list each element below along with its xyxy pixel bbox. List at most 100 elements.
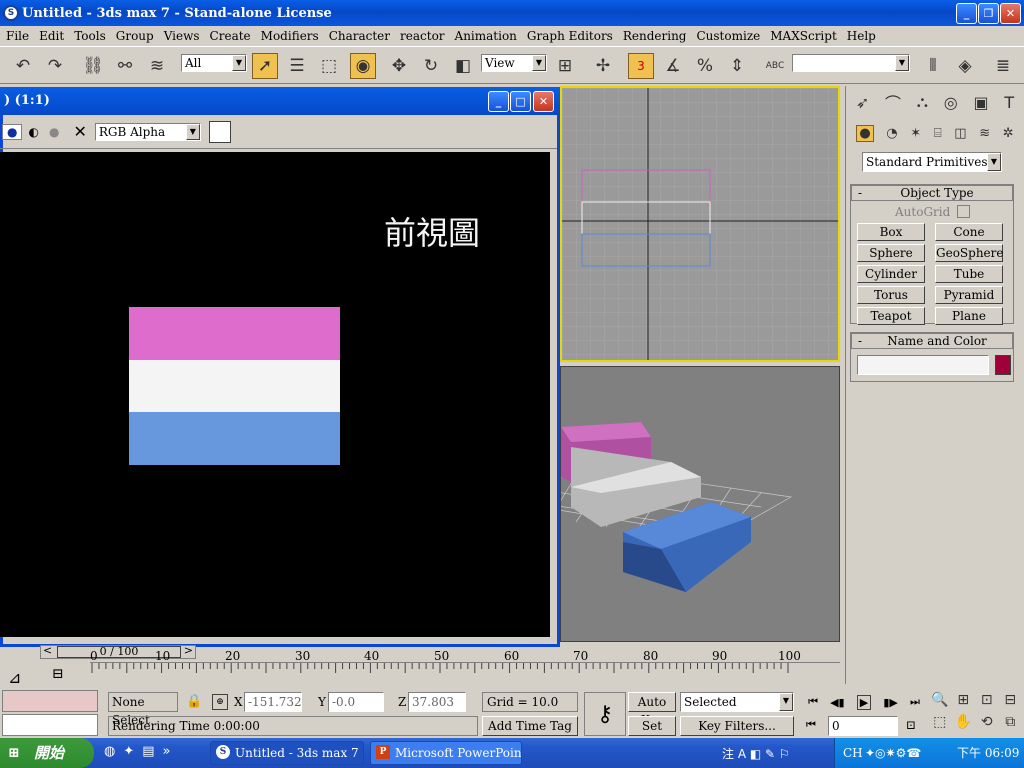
category-dropdown[interactable]: Standard Primitives ▼ — [862, 152, 1002, 172]
helpers-icon[interactable]: ◫ — [954, 126, 966, 141]
plane-button[interactable]: Plane — [935, 307, 1003, 325]
play-icon[interactable]: ▶ — [856, 694, 872, 710]
red-channel-icon[interactable]: ● — [2, 123, 23, 140]
window-crossing-icon[interactable]: ◉ — [350, 53, 376, 79]
select-and-scale-icon[interactable]: ◧ — [450, 53, 476, 79]
current-frame-field[interactable]: 0 — [828, 716, 898, 736]
clear-icon[interactable]: ✕ — [73, 122, 86, 141]
previous-frame-icon[interactable]: ◀▮ — [830, 696, 845, 709]
firefox-icon[interactable]: ◍ — [104, 744, 115, 764]
zoom-extents-all-icon[interactable]: ⊟ — [999, 692, 1023, 714]
green-channel-icon[interactable]: ◐ — [28, 125, 38, 139]
maxscript-input[interactable] — [2, 714, 98, 736]
selection-filter-dropdown[interactable]: All ▼ — [181, 54, 247, 72]
minimize-button[interactable]: _ — [956, 3, 977, 24]
mirror-icon[interactable]: ⫴ — [920, 53, 946, 79]
ime-icons[interactable]: 注 A ◧ ✎ ⚐ — [722, 747, 790, 761]
motion-tab-icon[interactable]: ◎ — [944, 93, 958, 112]
key-mode-dropdown[interactable]: Selected ▼ — [680, 692, 794, 712]
menu-group[interactable]: Group — [116, 29, 154, 43]
tool-icon[interactable]: ✦ — [123, 744, 134, 764]
rectangular-selection-icon[interactable]: ⬚ — [316, 53, 342, 79]
chevron-right-icon[interactable]: » — [163, 744, 171, 764]
menu-views[interactable]: Views — [164, 29, 200, 43]
systems-icon[interactable]: ✲ — [1003, 126, 1014, 141]
key-filters-button[interactable]: Key Filters... — [680, 716, 794, 736]
key-mode-toggle-icon[interactable]: ⏮ — [806, 718, 816, 732]
start-button[interactable]: ⊞ 開始 — [0, 738, 94, 768]
set-key-button[interactable]: Set Key — [628, 716, 676, 751]
add-time-tag-button[interactable]: Add Time Tag — [482, 716, 578, 736]
pyramid-button[interactable]: Pyramid — [935, 286, 1003, 304]
select-and-move-icon[interactable]: ✥ — [386, 53, 412, 79]
geosphere-button[interactable]: GeoSphere — [935, 244, 1003, 262]
x-coordinate-field[interactable]: -151.732 — [244, 692, 302, 712]
menu-rendering[interactable]: Rendering — [623, 29, 687, 43]
geometry-icon[interactable]: ● — [856, 124, 874, 142]
spinner-snap-icon[interactable]: ⇕ — [724, 53, 750, 79]
bind-space-warp-icon[interactable]: ≋ — [144, 53, 170, 79]
layer-manager-icon[interactable]: ≣ — [990, 53, 1016, 79]
named-selection-sets-dropdown[interactable]: ▼ — [792, 54, 910, 72]
hierarchy-tab-icon[interactable]: ⛬ — [917, 92, 928, 112]
edit-named-selection-icon[interactable]: ABC — [762, 53, 788, 79]
lights-icon[interactable]: ✶ — [910, 126, 921, 141]
unlink-icon[interactable]: ⚯ — [112, 53, 138, 79]
display-channel-dropdown[interactable]: RGB Alpha ▼ — [94, 122, 201, 141]
maxscript-listener-mini[interactable] — [2, 690, 98, 712]
cameras-icon[interactable]: ⌸ — [934, 126, 942, 141]
select-object-icon[interactable]: ➚ — [252, 53, 278, 79]
render-maximize-button[interactable]: □ — [510, 91, 531, 112]
menu-animation[interactable]: Animation — [455, 29, 517, 43]
curve-editor-icon[interactable]: ⊟ — [52, 666, 64, 682]
torus-button[interactable]: Torus — [857, 286, 925, 304]
blue-channel-icon[interactable]: ● — [49, 125, 59, 139]
autogrid-checkbox[interactable] — [957, 205, 970, 218]
go-to-start-icon[interactable]: ⏮ — [808, 695, 818, 709]
reference-coordinate-dropdown[interactable]: View ▼ — [481, 54, 547, 72]
task-3dsmax[interactable]: S Untitled - 3ds max 7 -... — [210, 741, 364, 765]
trackbar-icon[interactable]: ⊿ — [8, 668, 21, 687]
modify-tab-icon[interactable]: ⌒ — [885, 90, 901, 114]
redo-icon[interactable]: ↷ — [42, 53, 68, 79]
tube-button[interactable]: Tube — [935, 265, 1003, 283]
tray-language[interactable]: CH — [843, 738, 863, 768]
undo-icon[interactable]: ↶ — [10, 53, 36, 79]
angle-snap-icon[interactable]: ∡ — [660, 53, 686, 79]
absolute-mode-icon[interactable]: ⊕ — [212, 694, 228, 710]
create-tab-icon[interactable]: ➶ — [856, 93, 869, 112]
name-and-color-header[interactable]: - Name and Color — [851, 333, 1013, 349]
menu-help[interactable]: Help — [847, 29, 876, 43]
menu-customize[interactable]: Customize — [696, 29, 760, 43]
time-config-icon[interactable]: ⊡ — [906, 718, 916, 732]
menu-tools[interactable]: Tools — [74, 29, 106, 43]
lock-selection-icon[interactable]: 🔒 — [186, 694, 202, 709]
select-and-link-icon[interactable]: ⛓ — [80, 53, 106, 79]
display-tab-icon[interactable]: ▣ — [973, 93, 988, 112]
menu-reactor[interactable]: reactor — [400, 29, 445, 43]
cone-button[interactable]: Cone — [935, 223, 1003, 241]
y-coordinate-field[interactable]: -0.0 — [328, 692, 384, 712]
frame-ruler[interactable]: 0 10 20 30 40 50 60 70 80 90 100 — [90, 649, 840, 686]
restore-button[interactable]: ❐ — [978, 3, 999, 24]
utilities-tab-icon[interactable]: T — [1004, 93, 1014, 112]
menu-maxscript[interactable]: MAXScript — [770, 29, 837, 43]
menu-modifiers[interactable]: Modifiers — [261, 29, 319, 43]
menu-file[interactable]: File — [6, 29, 29, 43]
pan-icon[interactable]: ✋ — [952, 714, 976, 736]
manipulate-icon[interactable]: ✢ — [590, 53, 616, 79]
menu-character[interactable]: Character — [329, 29, 390, 43]
zoom-icon[interactable]: 🔍 — [928, 692, 952, 714]
z-coordinate-field[interactable]: 37.803 — [408, 692, 466, 712]
app-icon[interactable]: S — [3, 5, 19, 21]
cylinder-button[interactable]: Cylinder — [857, 265, 925, 283]
maximize-viewport-icon[interactable]: ⧉ — [999, 714, 1023, 736]
select-by-name-icon[interactable]: ☰ — [284, 53, 310, 79]
sphere-button[interactable]: Sphere — [857, 244, 925, 262]
pivot-center-icon[interactable]: ⊞ — [552, 53, 578, 79]
auto-key-button[interactable]: Auto Key — [628, 692, 676, 727]
menu-edit[interactable]: Edit — [39, 29, 64, 43]
menu-create[interactable]: Create — [210, 29, 251, 43]
teapot-button[interactable]: Teapot — [857, 307, 925, 325]
color-swatch[interactable] — [208, 120, 231, 143]
